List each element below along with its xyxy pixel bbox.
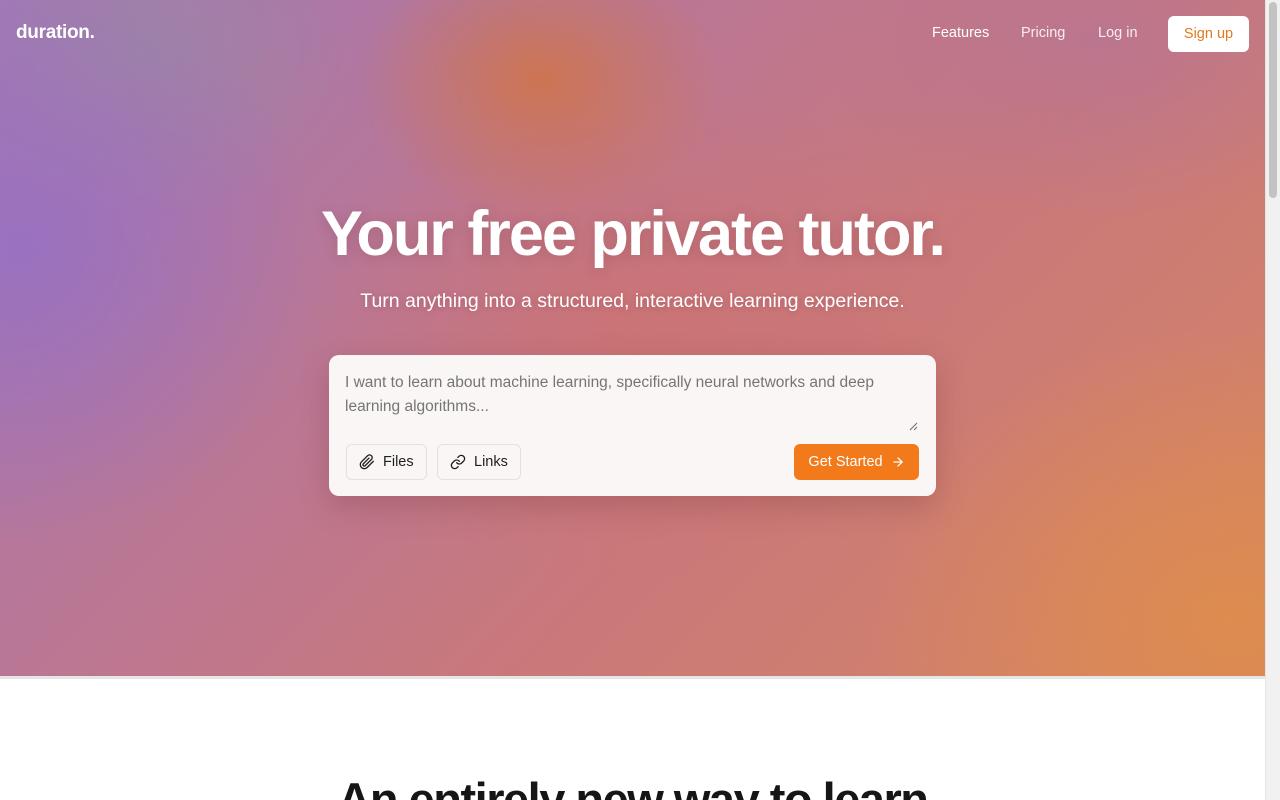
nav-link-login[interactable]: Log in bbox=[1098, 25, 1138, 41]
hero-title: Your free private tutor. bbox=[321, 199, 946, 269]
links-label: Links bbox=[474, 454, 508, 470]
get-started-label: Get Started bbox=[808, 454, 883, 470]
top-nav: duration. Features Pricing Log in Sign u… bbox=[0, 0, 1265, 68]
links-button[interactable]: Links bbox=[437, 444, 521, 480]
nav-link-pricing[interactable]: Pricing bbox=[1021, 25, 1065, 41]
files-label: Files bbox=[383, 454, 414, 470]
hero-subtitle: Turn anything into a structured, interac… bbox=[360, 290, 905, 312]
get-started-button[interactable]: Get Started bbox=[794, 444, 919, 480]
scrollbar-thumb[interactable] bbox=[1269, 2, 1277, 198]
learning-prompt-input[interactable] bbox=[345, 371, 919, 433]
hero-divider bbox=[0, 676, 1265, 679]
nav-link-features[interactable]: Features bbox=[932, 25, 989, 41]
paperclip-icon bbox=[359, 454, 374, 470]
arrow-right-icon bbox=[892, 457, 903, 467]
files-button[interactable]: Files bbox=[346, 444, 427, 480]
prompt-card: Files Links Get Started bbox=[329, 355, 936, 496]
logo[interactable]: duration. bbox=[16, 22, 95, 44]
page-scrollbar[interactable] bbox=[1265, 0, 1280, 800]
link-icon bbox=[450, 454, 466, 470]
hero-section bbox=[0, 0, 1265, 676]
resize-grip-icon[interactable] bbox=[908, 421, 918, 431]
signup-button[interactable]: Sign up bbox=[1168, 16, 1249, 52]
section-title: An entirely new way to learn bbox=[337, 773, 929, 800]
